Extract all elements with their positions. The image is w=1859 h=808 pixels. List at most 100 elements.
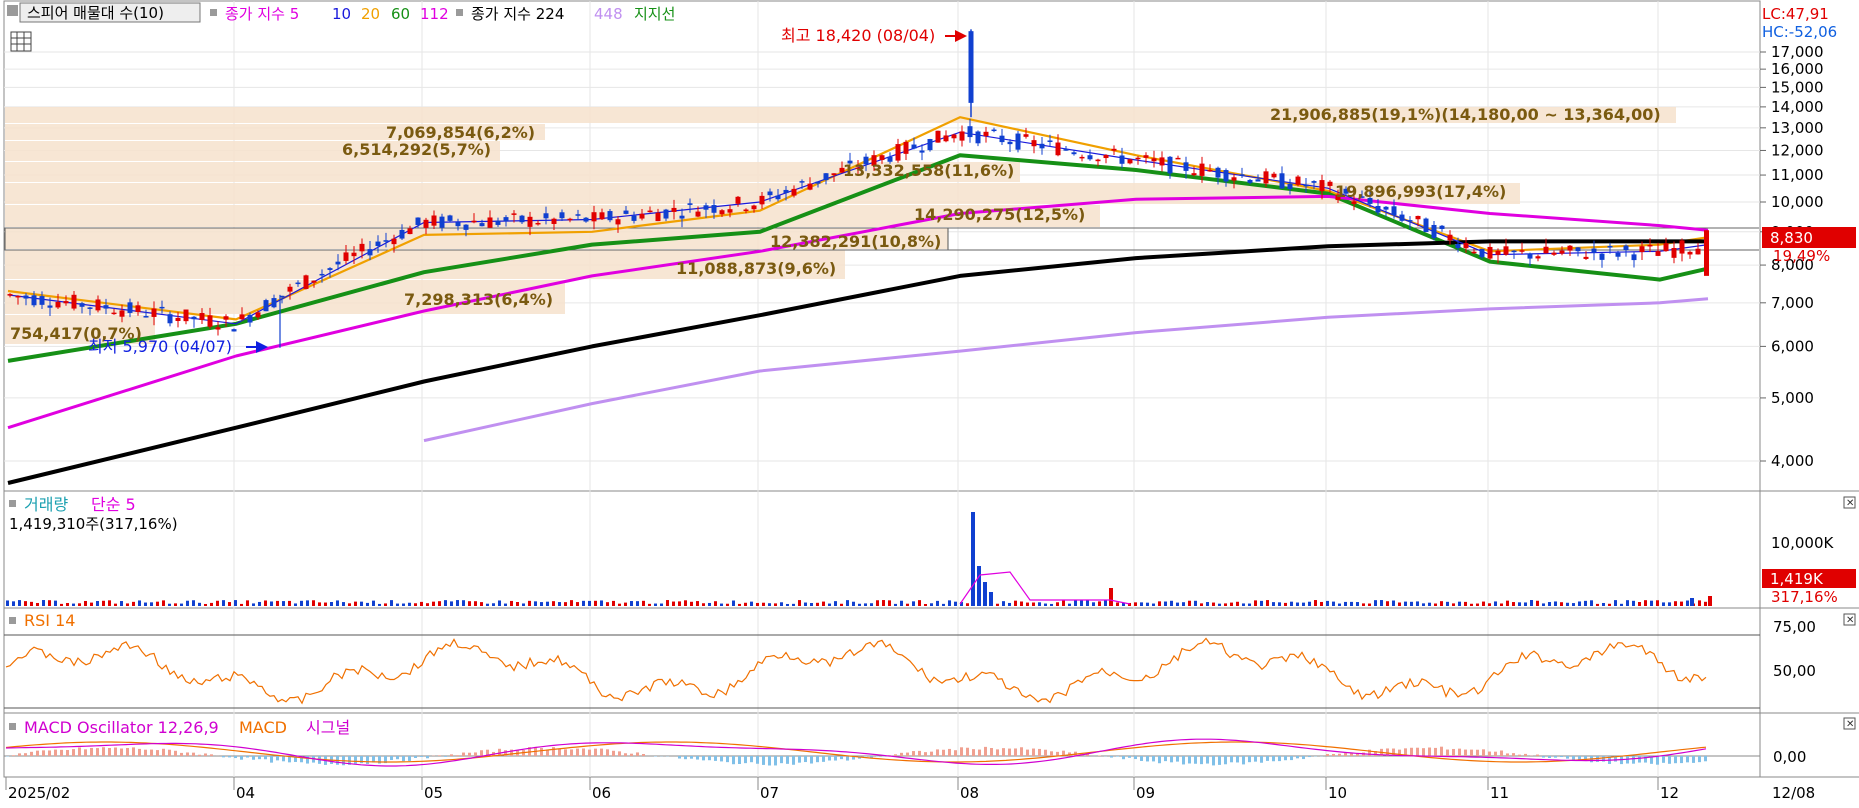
candle-body [967,126,973,138]
candle-body [1575,247,1581,252]
macd-histogram-bar [552,747,555,756]
candle-body [1519,250,1525,252]
candle-body [775,195,781,200]
macd-histogram-bar [366,756,369,764]
volume-bar [222,600,225,606]
hc-value: HC:-52,06 [1762,23,1837,41]
macd-histogram-bar [1302,756,1305,760]
volume-bar [1452,603,1455,606]
ma-period-20[interactable]: 20 [361,5,380,23]
candle-body [727,209,733,213]
macd-histogram-bar [1032,748,1035,756]
ma-period-10[interactable]: 10 [332,5,351,23]
candle-body [399,229,405,239]
volume-bar [977,566,981,606]
volume-bar [971,512,975,606]
candle-body [447,215,453,221]
macd-histogram-bar [1296,756,1299,759]
ma-period-60[interactable]: 60 [391,5,410,23]
macd-histogram-bar [678,756,681,759]
candle-body [47,305,53,308]
volume-bar [456,600,459,606]
ma-period-112[interactable]: 112 [420,5,449,23]
ma-legend-label[interactable]: 종가 지수 5 [225,5,299,23]
macd-histogram-bar [264,756,267,760]
volume-bar [312,600,315,606]
volume-bar [912,601,915,606]
volume-bar [510,600,513,606]
grid-table-icon[interactable] [10,31,32,52]
y-tick-label: 4,000 [1771,452,1814,470]
volume-bar [1356,602,1359,606]
volume-bar [1302,602,1305,606]
y-tick-label: 7,000 [1771,294,1814,312]
candle-body [1007,141,1013,145]
volume-bar [1626,600,1629,606]
macd-histogram-bar [72,749,75,756]
candle-body [55,301,61,308]
candle-body [439,216,445,228]
candle-body [127,302,133,313]
volume-bar [150,602,153,606]
volume-bar [1380,600,1383,606]
macd-histogram-bar [462,752,465,756]
y-tick-label: 17,000 [1771,43,1824,61]
volume-title[interactable]: 거래량 [24,495,68,514]
volume-bar [396,603,399,606]
support-line-label[interactable]: 지지선 [634,5,675,23]
signal-label[interactable]: 시그널 [306,718,350,737]
volume-bar [1206,602,1209,606]
current-change: 19,49% [1773,247,1830,265]
macd-histogram-bar [1290,756,1293,761]
macd-histogram-bar [192,752,195,756]
volume-bar [684,600,687,606]
volume-bar [432,601,435,606]
candle-body [1175,157,1181,160]
volume-bar [540,602,543,606]
candle-body [487,217,493,228]
candle-body [119,310,125,317]
candle-body [1607,246,1613,248]
macd-histogram-bar [408,756,411,761]
macd-histogram-bar [1470,749,1473,756]
candle-body [943,135,949,142]
volume-bar [1068,603,1071,606]
candle-body [463,224,469,230]
candle-body [495,220,501,225]
macd-histogram-bar [36,750,39,756]
volume-bar [414,603,417,606]
volume-bar [216,600,219,606]
volume-bar [480,602,483,606]
macd-histogram-bar [918,750,921,756]
candle-body [711,205,717,213]
macd-histogram-bar [1278,756,1281,762]
volume-bar [732,600,735,606]
volume-bar [1602,602,1605,606]
volume-bar [1680,601,1683,606]
macd-label[interactable]: MACD [239,718,287,737]
rsi-title[interactable]: RSI 14 [24,611,75,630]
macd-histogram-bar [864,756,867,757]
x-tick-label: 12 [1660,784,1679,802]
ma2-period-448[interactable]: 448 [594,5,623,23]
volume-bar [1386,601,1389,606]
stock-chart[interactable]: 21,906,885(19,1%)(14,180,00 ~ 13,364,00)… [0,0,1859,808]
x-tick-label: 09 [1136,784,1155,802]
volume-bar [594,600,597,606]
candle-body [295,282,301,285]
candle-body [383,240,389,242]
candle-body [1167,156,1173,174]
ma2-legend-label[interactable]: 종가 지수 224 [471,5,564,23]
x-tick-label: 04 [236,784,255,802]
candle-body [319,273,325,276]
volume-bar [318,602,321,606]
volume-bar [1224,603,1227,606]
volume-ma-label[interactable]: 단순 5 [91,495,136,514]
macd-histogram-bar [1452,748,1455,756]
volume-bar [270,601,273,606]
volume-bar [138,600,141,606]
volume-bar [1109,588,1113,606]
volume-bar [1212,602,1215,606]
candle-body [591,212,597,222]
macd-title[interactable]: MACD Oscillator 12,26,9 [24,718,219,737]
